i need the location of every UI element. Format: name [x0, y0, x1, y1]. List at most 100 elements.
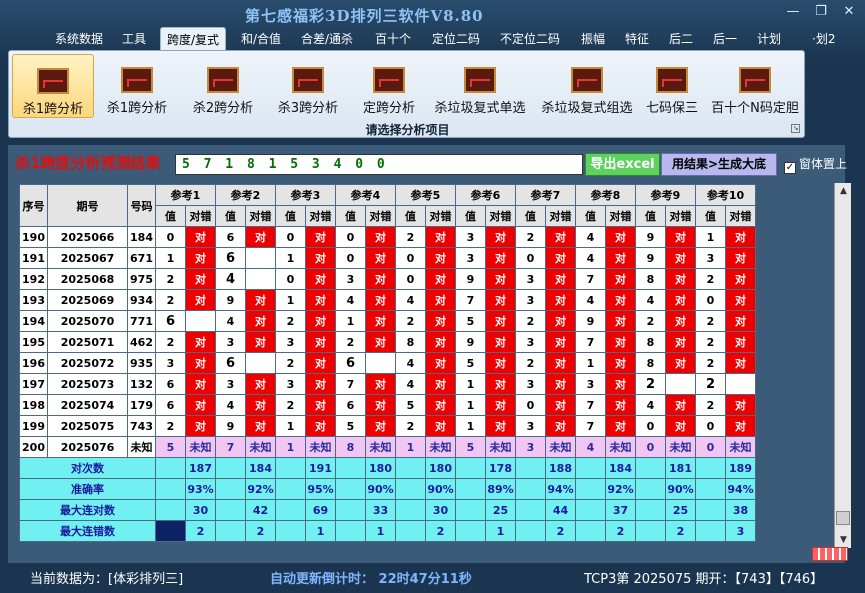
stats-spacer — [215, 478, 246, 500]
cell-ok: 对 — [545, 310, 576, 332]
cell-predict-ok: 未知 — [245, 436, 276, 458]
vertical-scrollbar[interactable]: ▲ ▼ — [834, 183, 851, 548]
ribbon-kill1span-selected[interactable]: 杀1跨分析 — [12, 54, 94, 118]
menu-plan[interactable]: 计划 — [757, 30, 781, 47]
menu-features[interactable]: 特征 — [625, 30, 649, 47]
cell-ok: 对 — [245, 226, 276, 248]
cell-predict-ok: 未知 — [605, 436, 636, 458]
cell-value: 2 — [515, 226, 546, 248]
restore-button[interactable]: ❐ — [810, 4, 832, 19]
cell-ok: 对 — [725, 415, 756, 437]
menu-diff-kill[interactable]: 合差/通杀 — [301, 30, 353, 47]
stats-value: 2 — [665, 520, 696, 542]
window-ontop-checkbox[interactable]: ✓ 窗体置上 — [784, 155, 847, 174]
menu-unfixed-two[interactable]: 不定位二码 — [500, 30, 560, 47]
cell-miss — [725, 373, 756, 395]
cell-value: 6 — [155, 373, 186, 395]
cell-period: 2025067 — [47, 247, 128, 269]
subheader-value: 值 — [695, 205, 726, 227]
cell-value: 1 — [335, 310, 366, 332]
cell-value: 6 — [155, 310, 186, 332]
ribbon-kill2span[interactable]: 杀2跨分析 — [187, 54, 259, 118]
cell-ok: 对 — [725, 226, 756, 248]
checkbox-icon[interactable]: ✓ — [784, 162, 796, 174]
header-ref-5: 参考5 — [395, 184, 456, 206]
ribbon-seven-three[interactable]: 七码保三 — [642, 54, 702, 118]
cell-value: 3 — [455, 226, 486, 248]
ribbon-kill3span[interactable]: 杀3跨分析 — [272, 54, 344, 118]
chart-icon — [37, 68, 69, 94]
cell-value: 0 — [635, 415, 666, 437]
ribbon-kill1span[interactable]: 杀1跨分析 — [101, 54, 173, 118]
menu-last-two[interactable]: 后二 — [669, 30, 693, 47]
cell-ok: 对 — [665, 352, 696, 374]
stats-spacer — [215, 499, 246, 521]
cell-value: 1 — [575, 352, 606, 374]
cell-ok: 对 — [605, 394, 636, 416]
status-current-data: 当前数据为：[体彩排列三] — [30, 572, 184, 587]
ribbon-fixed-span[interactable]: 定跨分析 — [355, 54, 423, 118]
stats-spacer — [335, 478, 366, 500]
cell-value: 4 — [635, 394, 666, 416]
cell-ok: 对 — [725, 394, 756, 416]
menu-tools[interactable]: 工具 — [122, 30, 146, 47]
menu-sum[interactable]: 和/合值 — [241, 30, 281, 47]
result-value-field[interactable]: 5 7 1 8 1 5 3 4 0 0 — [175, 154, 583, 175]
cell-ok: 对 — [605, 226, 636, 248]
cell-ok: 对 — [725, 247, 756, 269]
cell-period: 2025072 — [47, 352, 128, 374]
header-ref-4: 参考4 — [335, 184, 396, 206]
cell-predict-ok: 未知 — [185, 436, 216, 458]
menu-plan2[interactable]: ·划2 — [812, 30, 835, 47]
cell-ok: 对 — [185, 247, 216, 269]
scroll-up-icon[interactable]: ▲ — [835, 183, 852, 199]
cell-ok: 对 — [605, 310, 636, 332]
close-button[interactable]: ✕ — [838, 4, 860, 19]
ribbon-junk-group[interactable]: 杀垃圾复式组选 — [537, 54, 637, 118]
menu-last-one[interactable]: 后一 — [713, 30, 737, 47]
stats-value: 1 — [305, 520, 336, 542]
ribbon-n-code[interactable]: 百十个N码定胆 — [709, 54, 801, 118]
stats-row: 对次数 187 184 191 180 180 178 188 184 181 189 — [19, 457, 756, 479]
cell-value: 8 — [635, 268, 666, 290]
scroll-down-icon[interactable]: ▼ — [835, 532, 852, 548]
menu-span-compound[interactable]: 跨度/复式 — [160, 27, 227, 51]
cell-predict-value: 0 — [695, 436, 726, 458]
stats-value: 38 — [725, 499, 756, 521]
stats-spacer — [155, 520, 186, 542]
cell-ok: 对 — [425, 310, 456, 332]
generate-base-button[interactable]: 用结果>生成大底 — [661, 153, 777, 176]
cell-predict-value: 3 — [515, 436, 546, 458]
cell-ok: 对 — [305, 310, 336, 332]
menu-positions[interactable]: 百十个 — [375, 30, 411, 47]
stats-value: 95% — [305, 478, 336, 500]
cell-value: 2 — [155, 415, 186, 437]
stats-spacer — [335, 520, 366, 542]
cell-value: 0 — [515, 394, 546, 416]
cell-number: 179 — [127, 394, 156, 416]
cell-value: 2 — [395, 415, 426, 437]
export-excel-button[interactable]: 导出excel — [585, 153, 660, 176]
cell-miss — [245, 247, 276, 269]
cell-seq: 194 — [19, 310, 48, 332]
cell-predict-ok: 未知 — [485, 436, 516, 458]
cell-value: 9 — [635, 226, 666, 248]
cell-ok: 对 — [725, 331, 756, 353]
menu-amplitude[interactable]: 振幅 — [581, 30, 605, 47]
cell-ok: 对 — [605, 373, 636, 395]
cell-period: 2025074 — [47, 394, 128, 416]
minimize-button[interactable]: — — [782, 4, 804, 19]
menu-fixed-two[interactable]: 定位二码 — [432, 30, 480, 47]
cell-value: 5 — [335, 415, 366, 437]
stats-spacer — [275, 457, 306, 479]
ribbon-expand-icon[interactable]: ↘ — [791, 124, 800, 133]
cell-ok: 对 — [365, 394, 396, 416]
stats-spacer — [575, 520, 606, 542]
table-row: 195 2025071 462 2 对 3 对 3 对 2 对 8 对 9 对 3 对 7 对 8 对 2 对 — [19, 331, 756, 353]
stats-value: 2 — [425, 520, 456, 542]
cell-ok: 对 — [725, 289, 756, 311]
stats-value: 181 — [665, 457, 696, 479]
scroll-thumb[interactable] — [836, 511, 850, 525]
menu-system-data[interactable]: 系统数据 — [55, 30, 103, 47]
ribbon-junk-single[interactable]: 杀垃圾复式单选 — [430, 54, 530, 118]
